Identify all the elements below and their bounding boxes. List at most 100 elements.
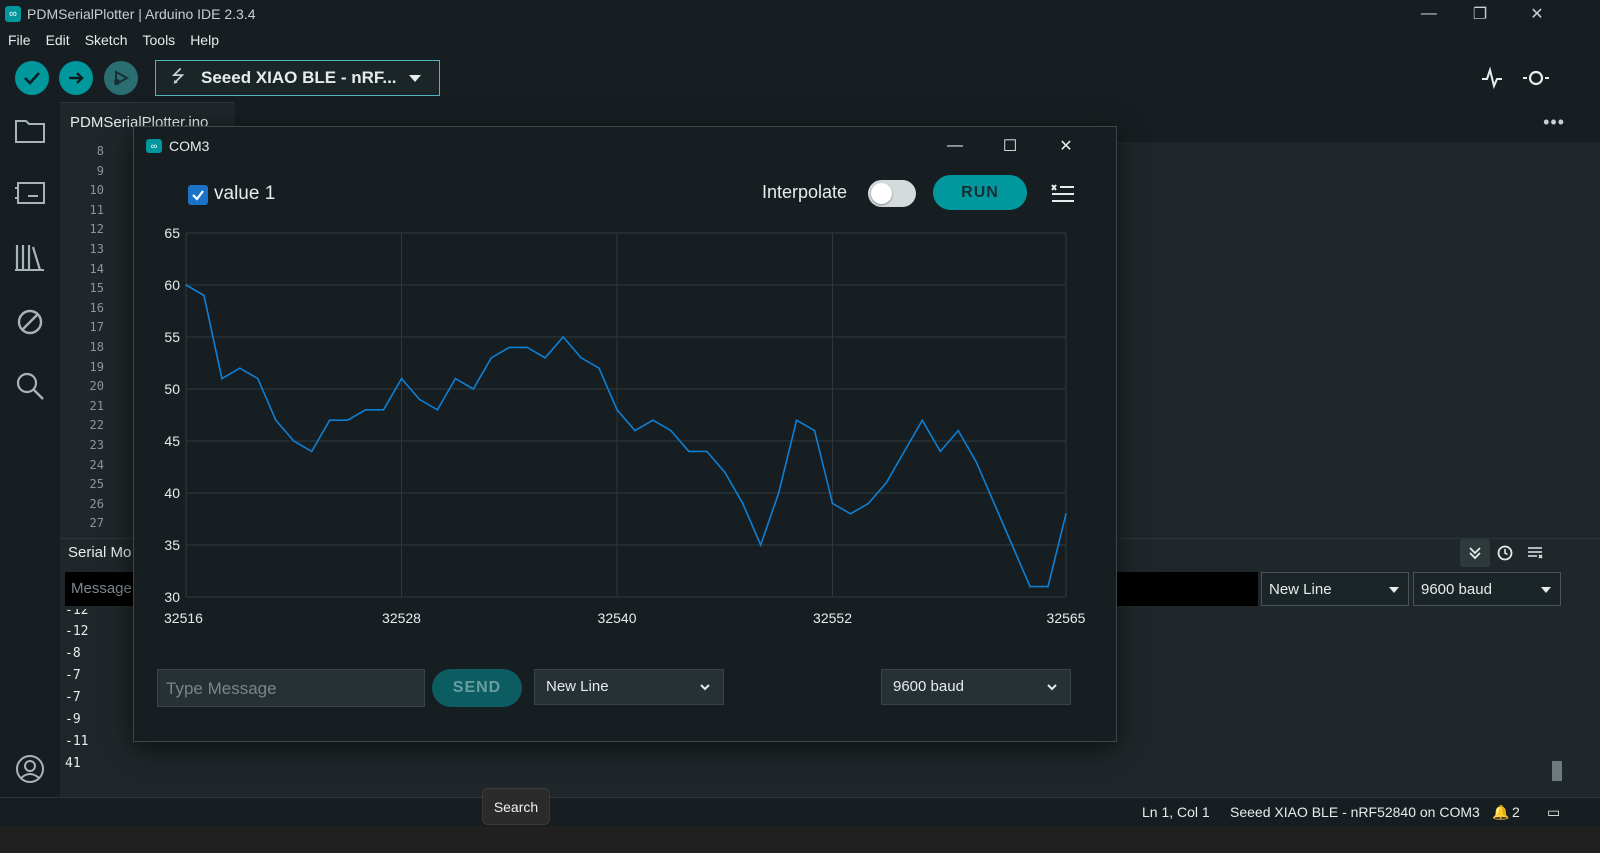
debug-button[interactable]	[104, 61, 138, 95]
data-point	[921, 419, 924, 421]
menu-help[interactable]: Help	[190, 32, 219, 48]
plotter-minimize-button[interactable]: —	[929, 127, 981, 164]
board-selector[interactable]: ⭍ Seeed XIAO BLE - nRF...	[155, 60, 440, 96]
plotter-line-ending-select[interactable]: New Line	[534, 669, 724, 705]
series-line-value-1	[185, 284, 1067, 588]
data-point	[292, 440, 295, 442]
plotter-maximize-button[interactable]: ☐	[984, 127, 1036, 164]
plotter-message-input[interactable]: Type Message	[157, 669, 425, 707]
legend-label[interactable]: value 1	[214, 183, 275, 205]
timestamp-icon[interactable]	[1490, 539, 1520, 567]
clear-output-icon[interactable]	[1520, 539, 1550, 567]
more-options-icon[interactable]: •••	[1543, 112, 1565, 133]
serial-baud-value: 9600 baud	[1421, 581, 1492, 598]
run-button[interactable]: RUN	[933, 175, 1027, 210]
sketchbook-folder-icon[interactable]	[13, 114, 47, 148]
line-number: 27	[89, 516, 104, 531]
x-tick-label: 32540	[598, 610, 637, 626]
caret-down-icon	[409, 75, 421, 82]
chevron-down-icon	[700, 684, 710, 691]
toggle-knob	[871, 183, 892, 204]
interpolate-toggle[interactable]	[868, 180, 916, 207]
menu-tools[interactable]: Tools	[143, 32, 176, 48]
data-point	[831, 502, 834, 505]
line-number: 8	[96, 144, 104, 158]
data-point	[221, 377, 223, 380]
serial-output-line: -12	[65, 624, 89, 639]
plot-chart: 65 60 55 50 45 40 35 30 32516 32528 32540 32552 3256…	[164, 225, 1086, 626]
menu-edit[interactable]: Edit	[46, 32, 70, 48]
line-number: 18	[89, 339, 104, 354]
data-point	[490, 357, 493, 359]
plotter-baud-select[interactable]: 9600 baud	[881, 669, 1071, 705]
pulse-icon	[1482, 66, 1502, 90]
line-number-gutter: 8 9 10 11 12 13 14 15 16 17 18 19 20 21 …	[60, 144, 110, 536]
menu-bar: File Edit Sketch Tools Help	[0, 27, 1600, 52]
serial-scrollbar[interactable]	[1552, 761, 1562, 781]
board-status[interactable]: Seeed XIAO BLE - nRF52840 on COM3	[1230, 804, 1480, 820]
restore-button[interactable]: ❐	[1453, 0, 1507, 27]
data-point	[939, 450, 942, 453]
data-point	[616, 409, 618, 411]
y-tick-label: 30	[164, 589, 180, 605]
x-tick-label: 32552	[813, 610, 852, 626]
autoscroll-icon[interactable]	[1460, 539, 1490, 567]
data-point	[382, 409, 385, 411]
boards-manager-icon[interactable]	[13, 176, 47, 210]
line-number: 14	[89, 261, 104, 276]
y-tick-label: 65	[164, 225, 180, 241]
menu-sketch[interactable]: Sketch	[85, 32, 128, 48]
serial-output-line: -12	[65, 609, 89, 618]
toolbar: ⭍ Seeed XIAO BLE - nRF...	[0, 52, 1600, 102]
data-point	[310, 450, 313, 453]
caret-down-icon	[1389, 587, 1399, 593]
data-point	[185, 284, 187, 286]
notification-bell-icon[interactable]: 🔔	[1492, 804, 1509, 821]
data-point	[759, 544, 762, 546]
verify-button[interactable]	[15, 61, 49, 95]
serial-line-ending-select[interactable]: New Line	[1261, 572, 1409, 606]
data-point	[472, 388, 475, 390]
clear-plot-icon[interactable]	[1049, 179, 1077, 207]
serial-output-line: -7	[65, 690, 81, 705]
search-icon[interactable]	[13, 369, 47, 403]
data-point	[741, 502, 744, 505]
serial-baud-select[interactable]: 9600 baud	[1413, 572, 1561, 606]
data-point	[562, 336, 564, 338]
serial-monitor-title: Serial Mo	[68, 544, 132, 561]
serial-plotter-button[interactable]	[1478, 64, 1506, 92]
menu-file[interactable]: File	[8, 32, 31, 48]
y-tick-label: 45	[164, 433, 180, 449]
upload-button[interactable]	[59, 61, 93, 95]
serial-output-line: -11	[65, 734, 89, 749]
x-tick-label: 32528	[382, 610, 421, 626]
x-tick-label: 32516	[164, 610, 203, 626]
data-point	[652, 419, 654, 421]
serial-monitor-tools	[1460, 539, 1550, 567]
library-manager-icon[interactable]	[13, 240, 47, 274]
serial-monitor-button[interactable]	[1522, 64, 1550, 92]
caret-down-icon	[1541, 587, 1551, 593]
plotter-line-ending-value: New Line	[546, 678, 609, 695]
toggle-panel-icon[interactable]: ▭	[1547, 804, 1560, 821]
debug-no-icon[interactable]	[13, 305, 47, 339]
cursor-position[interactable]: Ln 1, Col 1	[1142, 804, 1210, 820]
data-point	[1065, 513, 1067, 515]
account-icon[interactable]	[13, 752, 47, 786]
line-number: 17	[89, 320, 104, 335]
arduino-logo-icon: ∞	[146, 138, 162, 153]
x-tick-label: 32565	[1047, 610, 1086, 626]
board-label: Seeed XIAO BLE - nRF...	[201, 68, 397, 87]
data-point	[346, 419, 349, 421]
line-number: 25	[89, 477, 104, 492]
close-button[interactable]: ✕	[1510, 0, 1564, 27]
plotter-close-button[interactable]: ✕	[1040, 127, 1092, 164]
data-point	[795, 419, 798, 421]
send-button[interactable]: SEND	[432, 669, 522, 707]
minimize-button[interactable]: —	[1402, 0, 1456, 27]
data-point	[436, 409, 439, 411]
window-titlebar: ∞ PDMSerialPlotter | Arduino IDE 2.3.4 —…	[0, 0, 1600, 27]
serial-output-line: -8	[65, 646, 81, 661]
line-number: 21	[89, 398, 104, 413]
value-1-checkbox[interactable]	[188, 185, 208, 205]
